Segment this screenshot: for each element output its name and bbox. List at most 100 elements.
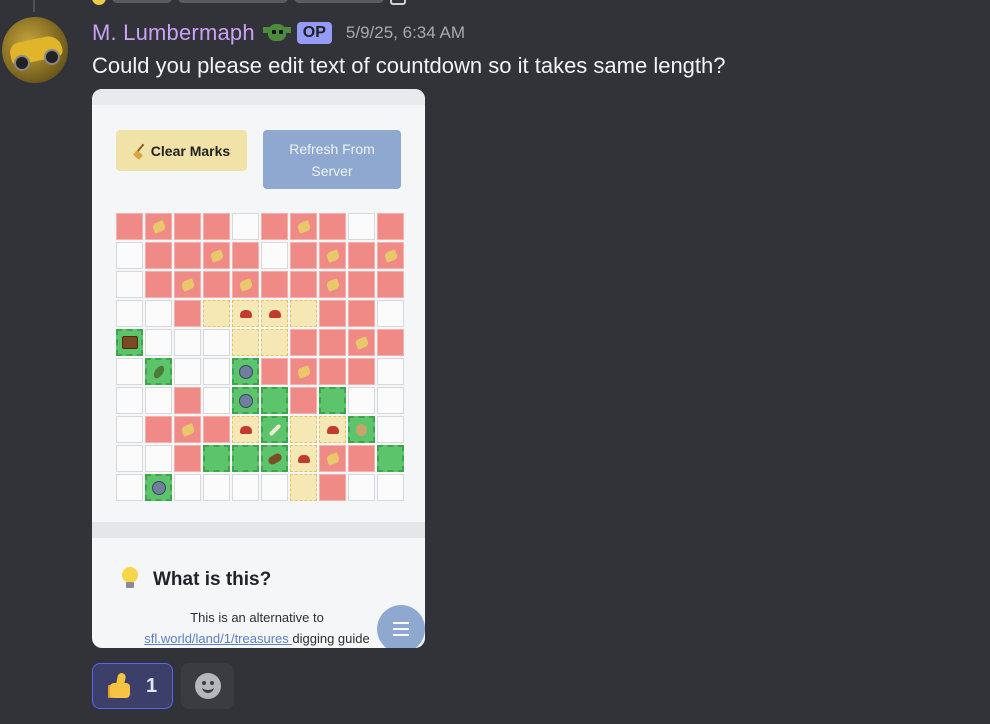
grid-cell [348,329,375,356]
crab-icon [268,309,281,318]
hamburger-icon [393,622,409,624]
chest-icon [121,336,138,349]
grid-cell [116,329,143,356]
reply-preview[interactable] [92,0,406,6]
timestamp[interactable]: 5/9/25, 6:34 AM [346,23,465,43]
grid-cell [145,213,172,240]
grid-cell [290,271,317,298]
reaction-count: 1 [145,674,158,697]
grid-cell [174,242,201,269]
grid-cell [261,474,288,501]
grid-cell [116,300,143,327]
grid-cell [174,358,201,385]
grid-cell [232,358,259,385]
sand-icon [238,277,253,292]
grid-cell [290,387,317,414]
grid-cell [116,445,143,472]
crab-icon [239,309,252,318]
grid-cell [319,474,346,501]
reply-redacted-text [178,0,288,3]
grid-cell [377,300,404,327]
grid-cell [203,387,230,414]
grid-cell [348,213,375,240]
image-attachment[interactable]: Clear Marks Refresh From Server What is … [92,89,425,648]
lightbulb-icon [120,567,140,589]
grid-cell [377,416,404,443]
grid-cell [377,213,404,240]
stone-icon [151,480,166,495]
sack-icon [356,423,367,436]
menu-button [377,605,425,648]
goblin-role-icon[interactable] [262,21,291,45]
add-reaction-button[interactable] [181,663,234,709]
grid-cell [145,242,172,269]
grid-cell [174,300,201,327]
sand-icon [209,248,224,263]
grid-cell [290,445,317,472]
grid-cell [377,387,404,414]
stone-icon [238,393,253,408]
grid-cell [290,213,317,240]
reply-thread-line [33,0,35,12]
grid-cell [319,329,346,356]
grid-cell [203,329,230,356]
bone-icon [268,423,281,436]
grid-cell [232,242,259,269]
grid-cell [232,416,259,443]
reply-redacted-text [294,0,384,3]
info-line: digging guide [292,631,370,646]
grid-cell [261,358,288,385]
grid-cell [348,358,375,385]
grid-cell [290,300,317,327]
grid-cell [232,474,259,501]
grid-cell [174,329,201,356]
reply-redacted-text [112,0,172,3]
grid-cell [232,271,259,298]
thumbs-up-icon [107,672,136,700]
message-header: M. Lumbermaph OP 5/9/25, 6:34 AM [92,19,465,47]
clear-marks-button: Clear Marks [116,130,247,171]
grid-cell [145,474,172,501]
grid-cell [116,213,143,240]
grid-cell [261,271,288,298]
grid-cell [203,242,230,269]
grid-cell [203,213,230,240]
grid-cell [261,213,288,240]
grid-cell [203,271,230,298]
grid-cell [319,242,346,269]
grid-cell [116,416,143,443]
grid-cell [174,416,201,443]
avatar[interactable] [2,17,68,83]
grid-cell [319,271,346,298]
grid-cell [261,387,288,414]
grid-cell [203,474,230,501]
grid-cell [261,300,288,327]
grid-cell [174,213,201,240]
sand-icon [151,219,166,234]
crab-icon [326,425,339,434]
crab-icon [239,425,252,434]
reply-image-icon [390,0,406,5]
image-divider [92,522,425,538]
grid-cell [290,474,317,501]
grid-cell [348,271,375,298]
grid-cell [145,445,172,472]
grid-cell [377,474,404,501]
grid-cell [145,416,172,443]
grid-cell [261,242,288,269]
grid-cell [145,358,172,385]
grid-cell [319,213,346,240]
refresh-from-server-button: Refresh From Server [263,130,401,189]
username[interactable]: M. Lumbermaph [92,20,255,46]
stone-icon [238,364,253,379]
reaction-thumbs-up[interactable]: 1 [92,663,173,709]
info-title: What is this? [153,569,272,590]
sand-icon [296,364,311,379]
grid-cell [232,445,259,472]
grid-cell [145,300,172,327]
reply-avatar-icon [92,0,106,5]
grid-cell [290,416,317,443]
grid-cell [348,445,375,472]
smile-icon [194,673,221,699]
sand-icon [325,277,340,292]
